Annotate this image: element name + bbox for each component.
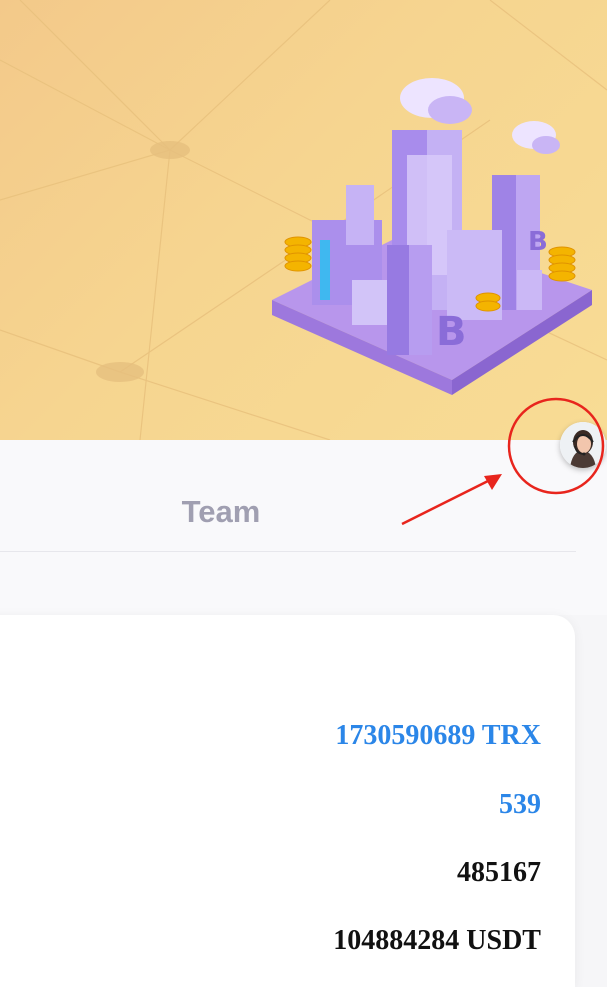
svg-text:B: B <box>436 309 467 355</box>
tab-divider <box>0 551 576 552</box>
city-buildings-illustration: B B <box>272 78 592 395</box>
members-value: 485167 <box>457 857 541 888</box>
svg-text:B: B <box>528 227 548 257</box>
tab-team[interactable]: Team <box>160 494 282 530</box>
red-arrow-annotation <box>401 474 502 526</box>
usdt-value: 104884284 USDT <box>333 925 541 956</box>
red-circle-annotation <box>507 397 605 495</box>
count-value: 539 <box>499 789 541 820</box>
trx-value: 1730590689 TRX <box>335 720 541 751</box>
hero-banner: B B <box>0 0 607 440</box>
